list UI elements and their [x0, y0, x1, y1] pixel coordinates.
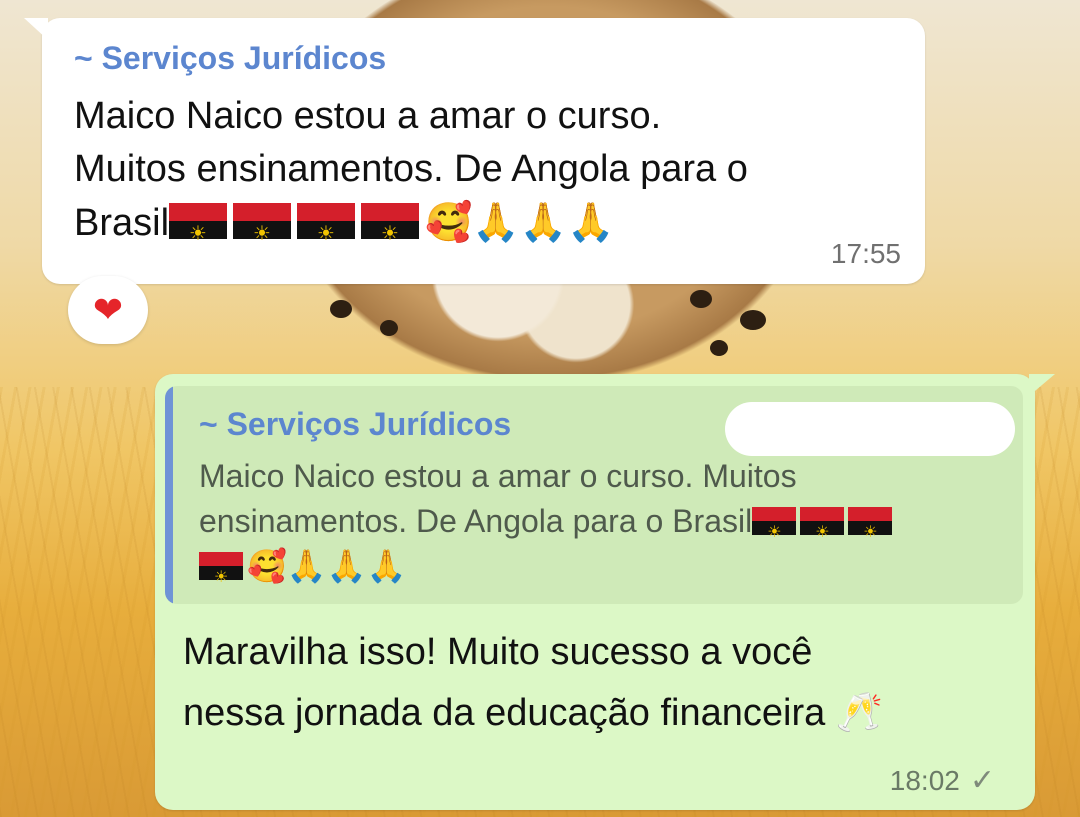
angola-flag-icon — [848, 507, 893, 555]
quote-line: ensinamentos. De Angola para o Brasil — [199, 503, 753, 539]
message-line: Maico Naico estou a amar o curso. — [74, 95, 662, 137]
incoming-message-bubble[interactable]: ~ Serviços Jurídicos Maico Naico estou a… — [24, 18, 925, 284]
angola-flag-icon — [297, 203, 356, 261]
message-meta: 18:02 ✓ — [890, 763, 995, 798]
champagne-glasses-icon: 🥂 — [835, 690, 884, 734]
message-text: Maico Naico estou a amar o curso. Muitos… — [74, 90, 894, 261]
reply-text: Maravilha isso! Muito sucesso a você nes… — [183, 622, 1003, 743]
angola-flag-icon — [800, 507, 845, 555]
angola-flag-icon — [169, 203, 228, 261]
message-line: Muitos ensinamentos. De Angola para o — [74, 148, 748, 190]
heart-reaction-icon[interactable]: ❤ — [68, 276, 148, 344]
angola-flag-icon — [752, 507, 797, 555]
reply-line: nessa jornada da educação financeira — [183, 692, 826, 734]
emoji-sequence: 🥰🙏🙏🙏 — [425, 200, 615, 244]
sent-check-icon: ✓ — [969, 764, 995, 797]
message-timestamp: 17:55 — [830, 238, 901, 269]
reply-line-with-emoji: nessa jornada da educação financeira 🥂 — [183, 682, 1003, 743]
quote-line-with-emoji: ensinamentos. De Angola para o Brasil — [199, 499, 1009, 555]
angola-flag-icon — [361, 203, 420, 261]
reply-line: Maravilha isso! Muito sucesso a você — [183, 631, 813, 673]
message-line-with-emoji: Brasil 🥰🙏🙏🙏 — [74, 196, 894, 261]
angola-flag-icon — [233, 203, 292, 261]
message-line: Brasil — [74, 202, 170, 244]
quote-accent-bar — [165, 386, 173, 604]
quote-emoji-line: 🥰🙏🙏🙏 — [199, 544, 1009, 600]
outgoing-message-bubble[interactable]: ~ Serviços Jurídicos Maico Naico estou a… — [155, 374, 1055, 810]
quoted-sender-name: ~ Serviços Jurídicos — [199, 406, 512, 442]
quoted-text: Maico Naico estou a amar o curso. Muitos… — [199, 454, 1009, 600]
redacted-area — [725, 402, 1015, 456]
sender-name[interactable]: ~ Serviços Jurídicos — [74, 40, 386, 77]
quoted-message[interactable]: ~ Serviços Jurídicos Maico Naico estou a… — [165, 386, 1023, 604]
emoji-sequence: 🥰🙏🙏🙏 — [247, 547, 407, 585]
message-timestamp: 18:02 — [889, 764, 960, 796]
angola-flag-icon — [199, 552, 243, 600]
quote-line: Maico Naico estou a amar o curso. Muitos — [199, 458, 797, 494]
